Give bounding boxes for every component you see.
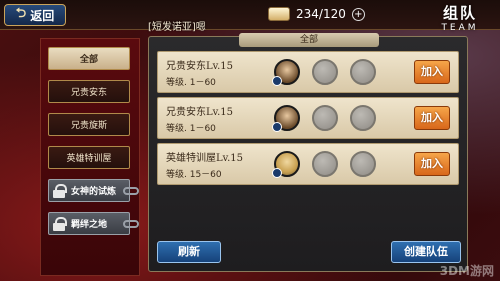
team-title-en: TEAM (441, 23, 479, 33)
back-label: 返回 (30, 8, 55, 23)
leader-badge-icon (272, 122, 282, 132)
leader-avatar (272, 151, 300, 178)
join-button[interactable]: 加入 (414, 106, 450, 130)
party-row: 兄贵安东Lv.15 等级. 1－60 加入 (157, 51, 459, 93)
create-team-button[interactable]: 创建队伍 (391, 241, 461, 263)
sidebar-item-bond-land[interactable]: 羁绊之地 (48, 212, 139, 235)
team-title-cn: 组队 (442, 4, 477, 22)
refresh-button[interactable]: 刷新 (157, 241, 221, 263)
empty-slot (350, 105, 376, 131)
stamina-icon (268, 7, 290, 21)
party-row: 兄贵安东Lv.15 等级. 1－60 加入 (157, 97, 459, 139)
panel-header: 全部 (239, 33, 379, 47)
sidebar-item-anton[interactable]: 兄贵安东 (48, 80, 130, 103)
sidebar-item-label: 女神的试炼 (71, 187, 117, 197)
party-level-range: 等级. 15－60 (166, 170, 222, 180)
empty-slot (350, 59, 376, 85)
stamina-display: 234/120 + (268, 4, 365, 24)
leader-badge-icon (272, 168, 282, 178)
sidebar: 全部 兄贵安东 兄贵旋斯 英雄特训屋 女神的试炼 羁绊之地 (40, 38, 140, 276)
chain-icon (123, 187, 139, 195)
sidebar-item-xuansi[interactable]: 兄贵旋斯 (48, 113, 130, 136)
party-list-panel: 全部 兄贵安东Lv.15 等级. 1－60 加入 兄贵安东Lv.15 等级. 1… (148, 33, 468, 272)
party-title: 兄贵安东Lv.15 (166, 107, 234, 118)
sidebar-item-label: 羁绊之地 (71, 220, 108, 230)
add-stamina-button[interactable]: + (351, 7, 365, 21)
empty-slot (312, 105, 338, 131)
party-title: 兄贵安东Lv.15 (166, 61, 234, 72)
party-row: 英雄特训屋Lv.15 等级. 15－60 加入 (157, 143, 459, 185)
lock-icon (53, 184, 67, 198)
leader-badge-icon (272, 76, 282, 86)
empty-slot (312, 151, 338, 177)
sidebar-item-hero-training[interactable]: 英雄特训屋 (48, 146, 130, 169)
party-level-range: 等级. 1－60 (166, 124, 216, 134)
watermark: 3DM游网 (439, 264, 494, 278)
empty-slot (312, 59, 338, 85)
chain-icon (123, 220, 139, 228)
lock-icon (53, 217, 67, 231)
leader-avatar (272, 59, 300, 86)
back-button[interactable]: ⮌ 返回 (4, 4, 66, 26)
sidebar-item-all[interactable]: 全部 (48, 47, 130, 70)
top-bar: ⮌ 返回 234/120 + 组队 TEAM (0, 0, 500, 33)
back-arrow-icon: ⮌ (15, 6, 27, 21)
party-title: 英雄特训屋Lv.15 (166, 153, 244, 164)
join-button[interactable]: 加入 (414, 152, 450, 176)
sidebar-item-goddess-trial[interactable]: 女神的试炼 (48, 179, 139, 202)
chat-line: [短发诺亚]嗯 (148, 22, 206, 33)
stamina-text: 234/120 (296, 7, 346, 21)
join-button[interactable]: 加入 (414, 60, 450, 84)
party-level-range: 等级. 1－60 (166, 78, 216, 88)
leader-avatar (272, 105, 300, 132)
empty-slot (350, 151, 376, 177)
team-title-logo: 组队 TEAM (428, 2, 492, 33)
